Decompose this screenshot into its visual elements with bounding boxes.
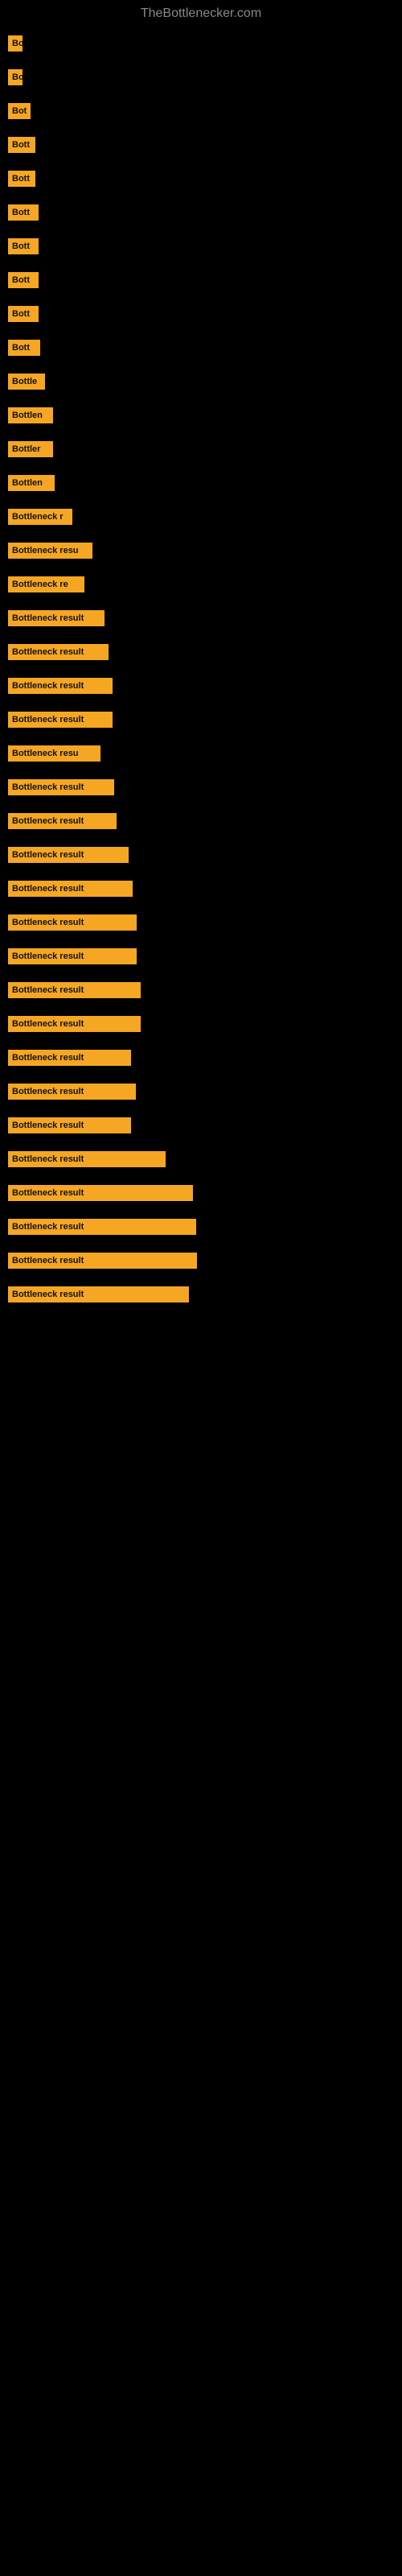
bar-row: Bottleneck result <box>8 779 402 795</box>
bar-row: Bottleneck result <box>8 610 402 626</box>
bar-row: Bott <box>8 137 402 153</box>
bar-row: Bottleneck result <box>8 1151 402 1167</box>
bar-row: Bott <box>8 204 402 221</box>
bar-row: Bott <box>8 171 402 187</box>
bar-row: Bottleneck result <box>8 644 402 660</box>
bar-label: Bottleneck result <box>8 1185 193 1201</box>
bar-label: Bottle <box>8 374 45 390</box>
bar-row: Bottler <box>8 441 402 457</box>
bar-label: Bott <box>8 272 39 288</box>
bar-label: Bottler <box>8 441 53 457</box>
bar-row: Bottleneck result <box>8 1016 402 1032</box>
bar-row: Bottleneck result <box>8 948 402 964</box>
bar-label: Bottleneck result <box>8 982 141 998</box>
bar-label: Bottleneck r <box>8 509 72 525</box>
bar-label: Bott <box>8 171 35 187</box>
bar-row: Bott <box>8 238 402 254</box>
bar-row: Bottlen <box>8 475 402 491</box>
bar-row: Bottleneck result <box>8 1286 402 1302</box>
bar-row: Bottleneck result <box>8 881 402 897</box>
bar-row: Bottleneck result <box>8 1050 402 1066</box>
bars-container: Bo Bo Bot Bott Bott Bott Bott Bott Bott Bott Bottl… <box>0 27 402 1328</box>
bar-label: Bottleneck result <box>8 1286 189 1302</box>
bar-row: Bottleneck r <box>8 509 402 525</box>
bar-row: Bottlen <box>8 407 402 423</box>
bar-label: Bott <box>8 204 39 221</box>
bar-label: Bottleneck result <box>8 779 114 795</box>
bar-label: Bottleneck result <box>8 1253 197 1269</box>
bar-label: Bottleneck result <box>8 678 113 694</box>
bar-row: Bottleneck result <box>8 847 402 863</box>
bar-label: Bott <box>8 137 35 153</box>
bar-row: Bott <box>8 306 402 322</box>
bar-label: Bottleneck result <box>8 1084 136 1100</box>
bar-label: Bott <box>8 306 39 322</box>
bar-label: Bott <box>8 238 39 254</box>
bar-row: Bottleneck result <box>8 1253 402 1269</box>
bar-row: Bottleneck result <box>8 1219 402 1235</box>
bar-row: Bottleneck re <box>8 576 402 592</box>
bar-label: Bottleneck result <box>8 914 137 931</box>
bar-row: Bottleneck result <box>8 813 402 829</box>
bar-label: Bo <box>8 69 23 85</box>
bar-row: Bottleneck result <box>8 1185 402 1201</box>
bar-label: Bottleneck result <box>8 1219 196 1235</box>
bar-label: Bottlen <box>8 407 53 423</box>
bar-row: Bott <box>8 340 402 356</box>
bar-row: Bottleneck result <box>8 914 402 931</box>
bar-label: Bottleneck result <box>8 813 117 829</box>
bar-row: Bott <box>8 272 402 288</box>
bar-row: Bottleneck result <box>8 678 402 694</box>
bar-label: Bottleneck result <box>8 644 109 660</box>
bar-label: Bottleneck result <box>8 1016 141 1032</box>
bar-label: Bottleneck result <box>8 1117 131 1133</box>
bar-label: Bot <box>8 103 31 119</box>
bar-label: Bottlen <box>8 475 55 491</box>
bar-row: Bot <box>8 103 402 119</box>
bar-row: Bottleneck resu <box>8 543 402 559</box>
bar-label: Bo <box>8 35 23 52</box>
bar-label: Bottleneck result <box>8 948 137 964</box>
bar-row: Bottleneck resu <box>8 745 402 762</box>
bar-label: Bottleneck resu <box>8 543 92 559</box>
bar-row: Bo <box>8 35 402 52</box>
bar-row: Bo <box>8 69 402 85</box>
bar-row: Bottleneck result <box>8 982 402 998</box>
bar-label: Bottleneck result <box>8 712 113 728</box>
bar-label: Bottleneck result <box>8 1151 166 1167</box>
bar-label: Bottleneck result <box>8 1050 131 1066</box>
bar-row: Bottleneck result <box>8 1084 402 1100</box>
bar-label: Bottleneck resu <box>8 745 100 762</box>
site-title: TheBottlenecker.com <box>0 0 402 27</box>
bar-row: Bottleneck result <box>8 1117 402 1133</box>
bar-row: Bottleneck result <box>8 712 402 728</box>
bar-label: Bottleneck re <box>8 576 84 592</box>
bar-label: Bottleneck result <box>8 881 133 897</box>
bar-row: Bottle <box>8 374 402 390</box>
bar-label: Bottleneck result <box>8 847 129 863</box>
bar-label: Bott <box>8 340 40 356</box>
bar-label: Bottleneck result <box>8 610 105 626</box>
